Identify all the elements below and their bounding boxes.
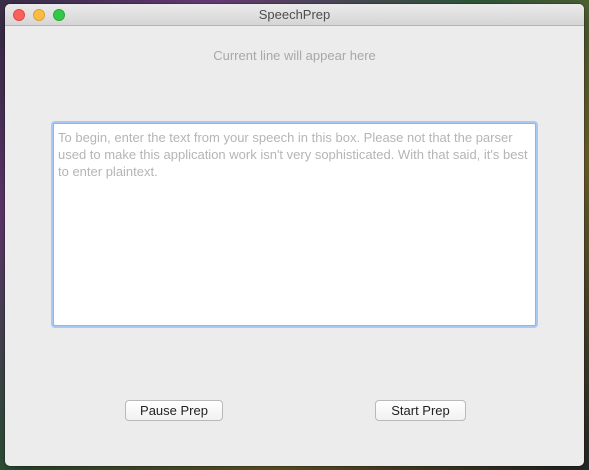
app-window: SpeechPrep Current line will appear here… <box>5 4 584 466</box>
title-bar[interactable]: SpeechPrep <box>5 4 584 26</box>
window-title: SpeechPrep <box>258 7 331 22</box>
pause-prep-button[interactable]: Pause Prep <box>125 400 223 421</box>
start-prep-button[interactable]: Start Prep <box>375 400 466 421</box>
speech-text-input[interactable] <box>53 123 536 326</box>
current-line-label: Current line will appear here <box>213 48 376 63</box>
